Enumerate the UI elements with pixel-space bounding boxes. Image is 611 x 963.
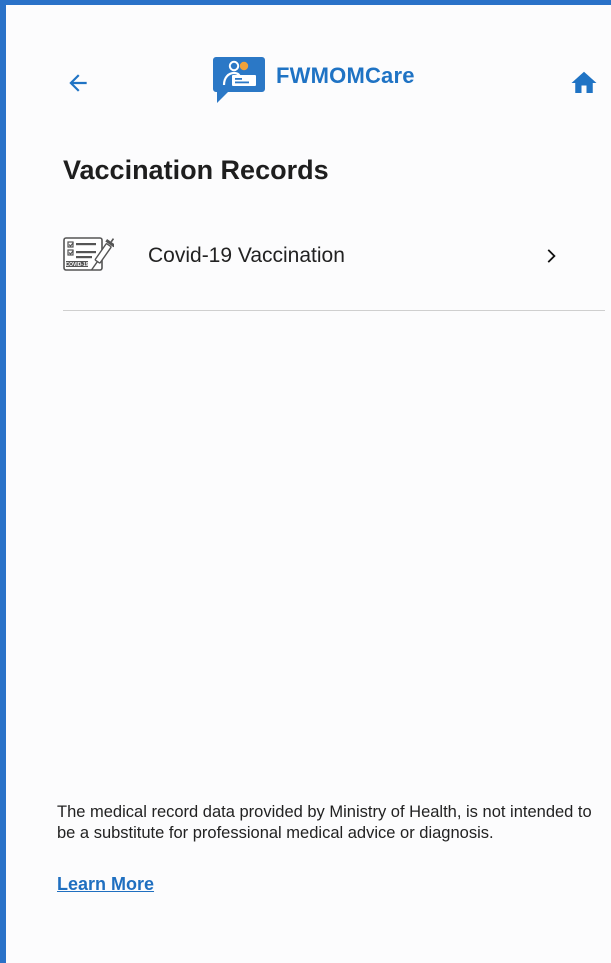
home-icon bbox=[571, 71, 597, 93]
medical-disclaimer: The medical record data provided by Mini… bbox=[57, 803, 592, 842]
app-screen: FWMOMCare Vaccination Records COVID-19 C… bbox=[0, 0, 611, 963]
chevron-right-icon bbox=[540, 244, 564, 268]
arrow-left-icon bbox=[69, 74, 87, 92]
covid-certificate-icon: COVID-19 bbox=[63, 237, 114, 271]
home-button[interactable] bbox=[564, 63, 604, 103]
list-divider bbox=[63, 310, 605, 311]
covid-caption: COVID-19 bbox=[65, 262, 88, 268]
page-title: Vaccination Records bbox=[63, 155, 329, 185]
brand: FWMOMCare bbox=[212, 55, 415, 111]
back-button[interactable] bbox=[58, 63, 98, 103]
app-header: FWMOMCare bbox=[6, 49, 611, 115]
fwmomcare-logo-icon bbox=[213, 57, 265, 103]
app-name: FWMOMCare bbox=[276, 63, 415, 88]
learn-more-link[interactable]: Learn More bbox=[57, 874, 154, 895]
record-item-covid-19-vaccination[interactable]: COVID-19 Covid-19 Vaccination bbox=[62, 225, 604, 287]
record-label: Covid-19 Vaccination bbox=[148, 244, 345, 267]
